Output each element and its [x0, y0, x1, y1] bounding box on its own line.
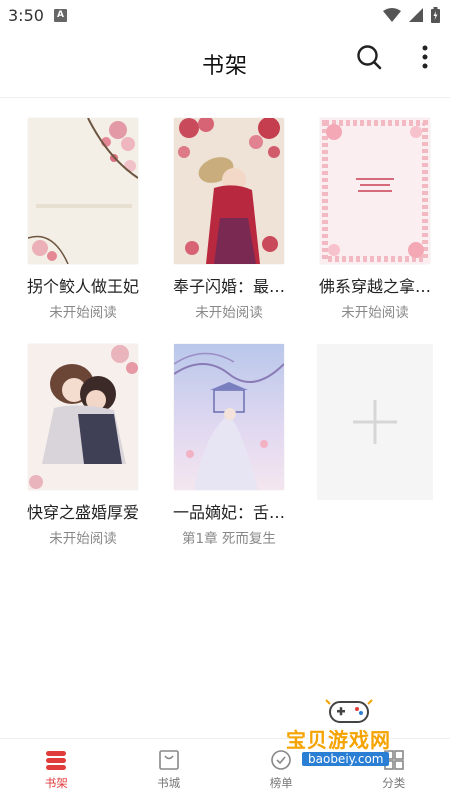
bookstore-icon — [158, 749, 179, 770]
nav-label: 书架 — [44, 775, 68, 790]
site-watermark: 宝贝游戏网 baobeiy.com — [280, 696, 420, 778]
page-title: 书架 — [201, 53, 248, 79]
book-title: 拐个鲛人做王妃 — [26, 277, 139, 296]
book-title: 一品嫡妃：舌… — [172, 503, 285, 522]
reading-status: 第1章 死而复生 — [182, 531, 276, 547]
book-title: 快穿之盛婚厚爱 — [26, 503, 139, 522]
plus-icon — [353, 400, 397, 444]
status-bar: 3:50 A — [0, 0, 450, 30]
status-right — [383, 7, 440, 23]
header-actions — [356, 44, 428, 70]
reading-status: 未开始阅读 — [49, 531, 117, 547]
battery-icon — [431, 7, 440, 23]
book-cover[interactable] — [320, 118, 430, 264]
watermark-url: baobeiy.com — [302, 752, 390, 766]
watermark-text: 宝贝游戏网 — [286, 728, 391, 752]
app-header: 书架 — [0, 30, 450, 98]
notification-icon: A — [53, 8, 67, 22]
book-cover[interactable] — [174, 344, 284, 490]
add-book-slot[interactable] — [310, 344, 440, 548]
more-options-icon[interactable] — [422, 45, 428, 69]
nav-bookstore[interactable]: 书城 — [113, 739, 226, 800]
nav-bookshelf[interactable]: 书架 — [0, 739, 113, 800]
status-time: 3:50 — [8, 5, 44, 25]
book-item[interactable]: 一品嫡妃：舌… 第1章 死而复生 — [164, 344, 294, 548]
nav-label: 书城 — [157, 775, 181, 790]
add-book-button[interactable] — [317, 344, 433, 500]
bookshelf-grid: 拐个鲛人做王妃 未开始阅读 奉子闪婚：最… 未开始阅读 佛系穿越之拿… 未开始阅… — [18, 118, 438, 548]
book-cover[interactable] — [174, 118, 284, 264]
book-cover[interactable] — [28, 344, 138, 490]
book-item[interactable]: 快穿之盛婚厚爱 未开始阅读 — [18, 344, 148, 548]
reading-status: 未开始阅读 — [195, 305, 263, 321]
search-icon[interactable] — [356, 44, 382, 70]
book-title: 奉子闪婚：最… — [172, 277, 285, 296]
gamepad-icon — [325, 699, 373, 723]
book-title: 佛系穿越之拿… — [318, 277, 431, 296]
status-left: 3:50 A — [8, 6, 67, 25]
book-cover[interactable] — [28, 118, 138, 264]
book-item[interactable]: 拐个鲛人做王妃 未开始阅读 — [18, 118, 148, 322]
wifi-icon — [383, 8, 401, 22]
book-item[interactable]: 奉子闪婚：最… 未开始阅读 — [164, 118, 294, 322]
reading-status: 未开始阅读 — [341, 305, 409, 321]
reading-status: 未开始阅读 — [49, 305, 117, 321]
book-item[interactable]: 佛系穿越之拿… 未开始阅读 — [310, 118, 440, 322]
bookshelf-icon — [46, 750, 67, 770]
signal-icon — [409, 8, 423, 22]
